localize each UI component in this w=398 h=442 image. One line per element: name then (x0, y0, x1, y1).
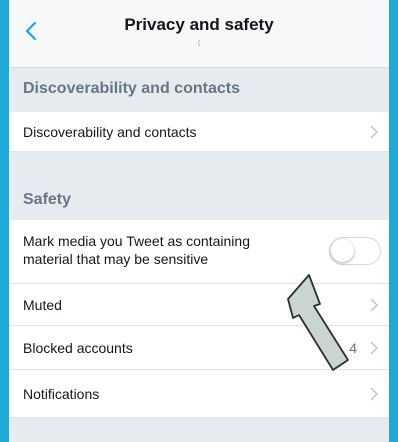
nav-bar: Privacy and safety ( (9, 0, 389, 68)
row-label: Blocked accounts (23, 340, 133, 356)
section-title: Discoverability and contacts (23, 80, 240, 97)
row-sensitive-media: Mark media you Tweet as containing mater… (9, 220, 389, 284)
settings-screen: Privacy and safety ( Discoverability and… (9, 0, 389, 442)
row-notifications[interactable]: Notifications (9, 370, 389, 418)
page-title: Privacy and safety (124, 15, 274, 34)
chevron-right-icon (370, 125, 378, 139)
chevron-right-icon (370, 341, 378, 355)
section-header-discoverability: Discoverability and contacts (9, 68, 389, 112)
section-header-safety: Safety (9, 152, 389, 220)
row-label: Muted (23, 297, 62, 313)
label-line-2: material that may be sensitive (23, 251, 209, 267)
label-line-1: Mark media you Tweet as containing (23, 233, 250, 249)
row-blocked-accounts[interactable]: Blocked accounts 4 (9, 326, 389, 370)
sensitive-media-label: Mark media you Tweet as containing mater… (23, 232, 250, 268)
row-muted[interactable]: Muted (9, 284, 389, 326)
blocked-count: 4 (349, 340, 357, 356)
row-label: Notifications (23, 386, 100, 402)
toggle-knob (331, 239, 354, 262)
sensitive-media-toggle[interactable] (329, 237, 381, 265)
chevron-right-icon (370, 387, 378, 401)
row-label: Discoverability and contacts (23, 124, 197, 140)
row-discoverability-and-contacts[interactable]: Discoverability and contacts (9, 112, 389, 152)
section-title: Safety (23, 191, 72, 208)
page-subtitle: ( (197, 40, 201, 47)
chevron-right-icon (370, 298, 378, 312)
